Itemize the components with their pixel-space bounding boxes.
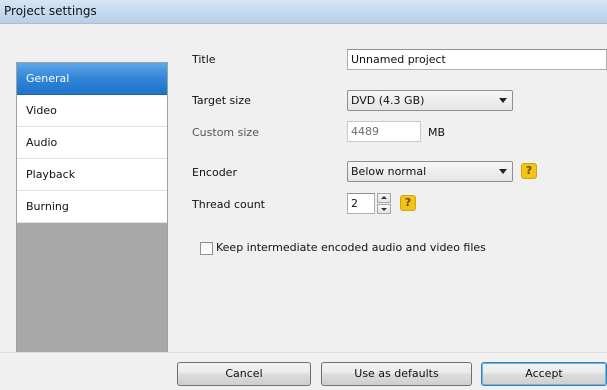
settings-sidebar: General Video Audio Playback Burning [16, 62, 168, 362]
sidebar-item-playback[interactable]: Playback [17, 159, 167, 191]
target-size-label: Target size [192, 94, 251, 107]
sidebar-item-video[interactable]: Video [17, 95, 167, 127]
sidebar-item-burning[interactable]: Burning [17, 191, 167, 223]
title-input[interactable]: Unnamed project [347, 49, 607, 70]
use-as-defaults-button[interactable]: Use as defaults [321, 362, 472, 386]
encoder-help-icon[interactable]: ? [521, 163, 537, 179]
spin-up-icon[interactable] [377, 193, 391, 203]
keep-files-label: Keep intermediate encoded audio and vide… [216, 241, 486, 254]
dialog-client: General Video Audio Playback Burning Tit… [0, 24, 607, 390]
encoder-value: Below normal [351, 165, 427, 178]
chevron-down-icon [499, 169, 507, 174]
target-size-value: DVD (4.3 GB) [351, 94, 425, 107]
thread-count-label: Thread count [192, 198, 265, 211]
accept-button[interactable]: Accept [481, 362, 607, 386]
title-label: Title [192, 53, 216, 66]
custom-size-unit: MB [428, 126, 446, 139]
sidebar-item-audio[interactable]: Audio [17, 127, 167, 159]
custom-size-input[interactable]: 4489 [347, 121, 421, 142]
title-bar: Project settings [0, 0, 607, 24]
encoder-label: Encoder [192, 166, 237, 179]
button-bar: Cancel Use as defaults Accept [0, 352, 607, 390]
spin-down-icon[interactable] [377, 204, 391, 214]
keep-files-checkbox[interactable] [200, 242, 213, 255]
thread-count-spinner[interactable] [377, 193, 391, 214]
cancel-button[interactable]: Cancel [177, 362, 311, 386]
thread-count-help-icon[interactable]: ? [400, 195, 416, 211]
thread-count-input[interactable]: 2 [347, 193, 375, 214]
chevron-down-icon [499, 98, 507, 103]
custom-size-label: Custom size [192, 126, 259, 139]
encoder-select[interactable]: Below normal [347, 161, 513, 182]
target-size-select[interactable]: DVD (4.3 GB) [347, 90, 513, 111]
window-title: Project settings [4, 4, 97, 18]
sidebar-item-general[interactable]: General [17, 63, 167, 95]
